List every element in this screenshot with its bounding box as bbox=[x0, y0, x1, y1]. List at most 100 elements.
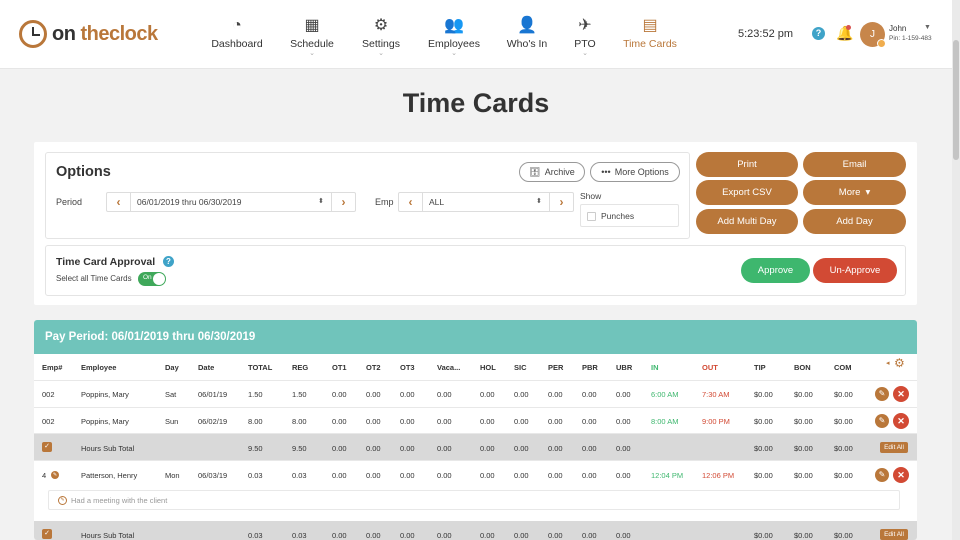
col-bon[interactable]: BON bbox=[794, 363, 811, 372]
subtotal-checkbox[interactable]: ✓ bbox=[42, 442, 52, 452]
edit-pencil-icon[interactable]: ✎ bbox=[875, 468, 889, 482]
subtotal-ot1: 0.00 bbox=[332, 531, 347, 540]
nav-schedule[interactable]: ▦ Schedule ⌄ bbox=[288, 16, 336, 60]
more-button[interactable]: More ▾ bbox=[803, 180, 906, 205]
nav-dashboard[interactable]: ◔ Dashboard bbox=[208, 16, 266, 60]
subtotal-vacation: 0.00 bbox=[437, 444, 452, 453]
period-select[interactable]: 06/01/2019 thru 06/30/2019 bbox=[137, 193, 241, 211]
col-vacation[interactable]: Vaca... bbox=[437, 363, 460, 372]
cell-reg: 0.03 bbox=[292, 471, 307, 480]
print-button[interactable]: Print bbox=[696, 152, 798, 177]
col-in[interactable]: IN bbox=[651, 363, 659, 372]
export-csv-button[interactable]: Export CSV bbox=[696, 180, 798, 205]
col-pbr[interactable]: PBR bbox=[582, 363, 598, 372]
table-row[interactable]: 002 Poppins, Mary Sat 06/01/19 1.50 1.50… bbox=[34, 381, 917, 408]
period-prev-icon[interactable]: ‹ bbox=[107, 193, 131, 211]
nav-label: Settings bbox=[362, 38, 400, 50]
col-per[interactable]: PER bbox=[548, 363, 563, 372]
logo-word-on: on bbox=[52, 22, 76, 45]
subtotal-reg: 0.03 bbox=[292, 531, 307, 540]
subtotal-pbr: 0.00 bbox=[582, 531, 597, 540]
approval-title: Time Card Approval bbox=[56, 256, 156, 268]
collapse-arrow-icon[interactable]: ◂ bbox=[886, 359, 890, 367]
subtotal-checkbox[interactable]: ✓ bbox=[42, 529, 52, 539]
col-day[interactable]: Day bbox=[165, 363, 179, 372]
col-com[interactable]: COM bbox=[834, 363, 852, 372]
unapprove-button[interactable]: Un-Approve bbox=[813, 258, 897, 283]
col-reg[interactable]: REG bbox=[292, 363, 308, 372]
add-multi-day-button[interactable]: Add Multi Day bbox=[696, 209, 798, 234]
nav-time-cards[interactable]: ▤ Time Cards bbox=[622, 16, 678, 60]
subtotal-ot3: 0.00 bbox=[400, 444, 415, 453]
col-ot1[interactable]: OT1 bbox=[332, 363, 347, 372]
punches-checkbox[interactable] bbox=[587, 212, 596, 221]
punches-option[interactable]: Punches bbox=[580, 204, 679, 227]
top-header: on theclock ◔ Dashboard ▦ Schedule ⌄ ⚙ S… bbox=[0, 0, 952, 69]
delete-x-icon[interactable]: ✕ bbox=[893, 386, 909, 402]
caret-down-icon: ▾ bbox=[865, 187, 871, 198]
page-title: Time Cards bbox=[402, 88, 550, 118]
people-icon: 👥 bbox=[444, 17, 464, 34]
emp-prev-icon[interactable]: ‹ bbox=[399, 193, 423, 211]
help-icon[interactable]: ? bbox=[812, 27, 825, 40]
nav-employees[interactable]: 👥 Employees ⌄ bbox=[426, 16, 482, 60]
nav-pto[interactable]: ✈ PTO ⌄ bbox=[570, 16, 600, 60]
emp-next-icon[interactable]: › bbox=[549, 193, 573, 211]
nav-whos-in[interactable]: 👤 Who's In bbox=[504, 16, 550, 60]
col-total[interactable]: TOTAL bbox=[248, 363, 272, 372]
cell-per: 0.00 bbox=[548, 417, 563, 426]
calendar-icon: ▦ bbox=[304, 17, 320, 34]
delete-x-icon[interactable]: ✕ bbox=[893, 467, 909, 483]
clock-logo-icon bbox=[19, 20, 47, 48]
emp-select[interactable]: ALL bbox=[429, 193, 444, 211]
subtotal-com: $0.00 bbox=[834, 444, 853, 453]
cell-in: 12:04 PM bbox=[651, 471, 684, 480]
edit-all-button[interactable]: Edit All bbox=[880, 442, 908, 453]
col-employee[interactable]: Employee bbox=[81, 363, 116, 372]
select-all-toggle[interactable]: On bbox=[138, 272, 166, 286]
avatar-status-badge bbox=[877, 39, 886, 48]
cell-vacation: 0.00 bbox=[437, 390, 452, 399]
options-title: Options bbox=[56, 164, 111, 180]
edit-all-button[interactable]: Edit All bbox=[880, 529, 908, 540]
col-sic[interactable]: SIC bbox=[514, 363, 527, 372]
note-icon[interactable]: ✎ bbox=[51, 471, 59, 479]
nav-settings[interactable]: ⚙ Settings ⌄ bbox=[358, 16, 404, 60]
archive-label: Archive bbox=[544, 167, 575, 177]
archive-button[interactable]: 🗄 Archive bbox=[519, 162, 585, 182]
col-ot3[interactable]: OT3 bbox=[400, 363, 415, 372]
notification-dot bbox=[846, 25, 851, 30]
cell-sic: 0.00 bbox=[514, 471, 529, 480]
more-options-button[interactable]: ••• More Options bbox=[590, 162, 680, 182]
delete-x-icon[interactable]: ✕ bbox=[893, 413, 909, 429]
edit-pencil-icon[interactable]: ✎ bbox=[875, 414, 889, 428]
add-day-button[interactable]: Add Day bbox=[803, 209, 906, 234]
col-emp[interactable]: Emp# bbox=[42, 363, 62, 372]
table-row[interactable]: 4 ✎ Patterson, Henry Mon 06/03/19 0.03 0… bbox=[34, 461, 917, 490]
nav-label: PTO bbox=[574, 38, 596, 50]
approve-button[interactable]: Approve bbox=[741, 258, 810, 283]
period-next-icon[interactable]: › bbox=[331, 193, 355, 211]
options-card: Options 🗄 Archive ••• More Options Perio… bbox=[34, 142, 917, 305]
page-scrollbar[interactable] bbox=[952, 0, 960, 540]
col-date[interactable]: Date bbox=[198, 363, 214, 372]
edit-pencil-icon[interactable]: ✎ bbox=[875, 387, 889, 401]
nav-label: Employees bbox=[428, 38, 480, 50]
col-hol[interactable]: HOL bbox=[480, 363, 496, 372]
col-out[interactable]: OUT bbox=[702, 363, 718, 372]
user-name[interactable]: John bbox=[889, 24, 906, 33]
col-tip[interactable]: TIP bbox=[754, 363, 766, 372]
note-icon: ✎ bbox=[58, 496, 67, 505]
logo[interactable]: on theclock bbox=[19, 19, 158, 49]
gear-icon[interactable]: ⚙ bbox=[894, 356, 905, 370]
email-button[interactable]: Email bbox=[803, 152, 906, 177]
punches-label: Punches bbox=[601, 211, 635, 221]
col-ubr[interactable]: UBR bbox=[616, 363, 632, 372]
table-row[interactable]: 002 Poppins, Mary Sun 06/02/19 8.00 8.00… bbox=[34, 408, 917, 434]
help-icon[interactable]: ? bbox=[163, 256, 174, 267]
user-menu-caret-icon[interactable]: ▼ bbox=[924, 24, 931, 31]
cell-com: $0.00 bbox=[834, 417, 853, 426]
col-ot2[interactable]: OT2 bbox=[366, 363, 381, 372]
subtotal-ubr: 0.00 bbox=[616, 531, 631, 540]
scroll-thumb[interactable] bbox=[953, 40, 959, 160]
